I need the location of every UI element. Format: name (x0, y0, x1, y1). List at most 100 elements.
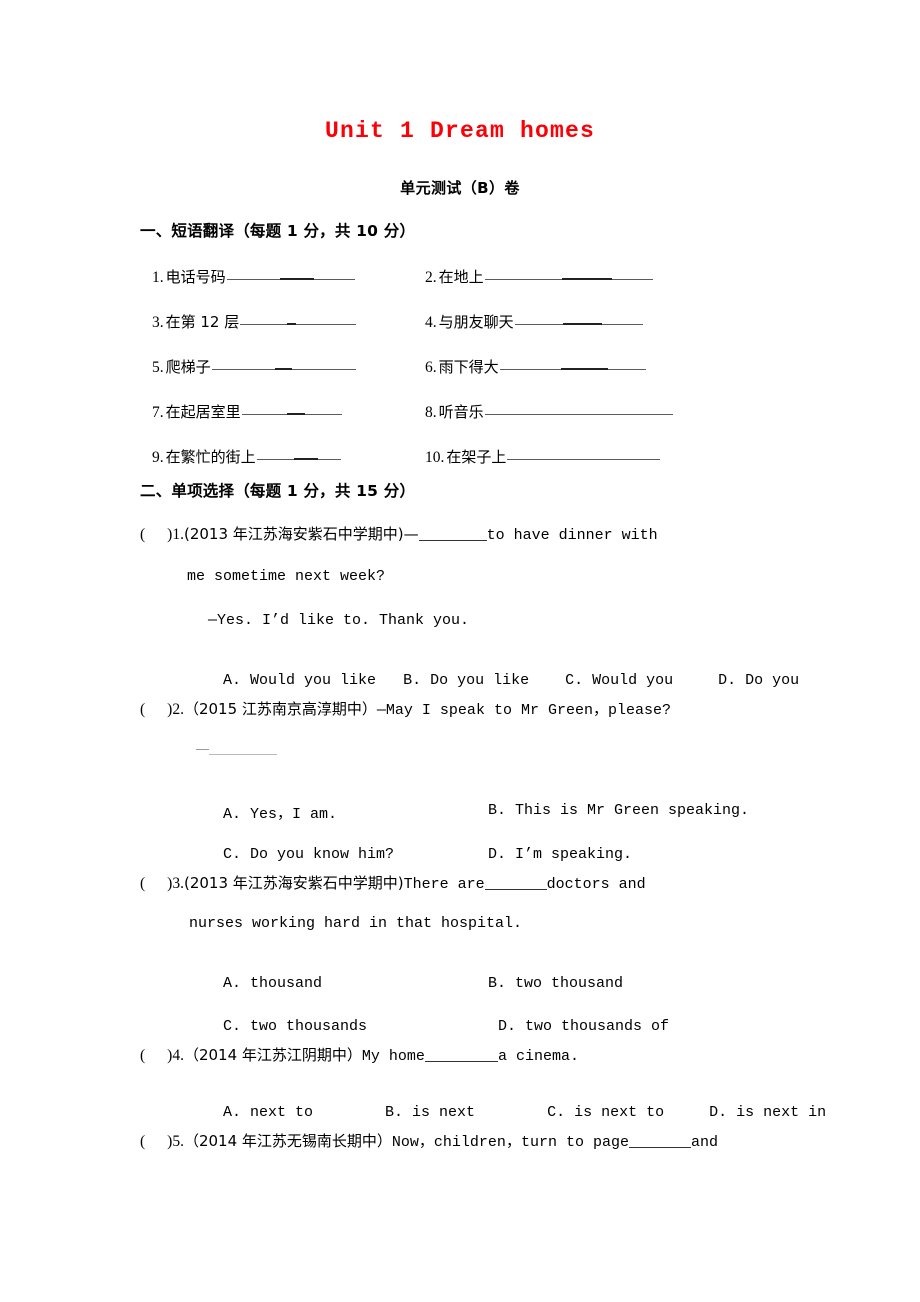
item-label: 在架子上 (446, 448, 507, 466)
em-dash: — (403, 525, 419, 543)
item-label: 与朋友聊天 (438, 313, 514, 331)
question-text: —May I speak to Mr Green，please? (376, 702, 671, 719)
question-stem-reply: —Yes. I’d like to. Thank you. (208, 612, 469, 629)
option-a[interactable]: A. next to (223, 1104, 313, 1121)
question-number: 4. (172, 1047, 184, 1064)
item-label: 爬梯子 (165, 358, 211, 376)
question-stem: ()3.(2013 年江苏海安紫石中学期中)There are doctors a… (140, 872, 646, 893)
question-number: 5. (172, 1133, 184, 1150)
item-label: 在繁忙的街上 (165, 448, 256, 466)
answer-blank[interactable] (499, 368, 646, 370)
answer-blank[interactable] (418, 527, 487, 541)
question-source: （2014 年江苏无锡南长期中） (183, 1132, 392, 1150)
option-a[interactable]: A. Would you like (223, 672, 376, 689)
answer-blank[interactable] (240, 323, 357, 325)
question-stem-cont: me sometime next week? (187, 568, 385, 585)
option-c[interactable]: C. two thousands (223, 1018, 367, 1035)
question-text-line2: nurses working hard in that hospital. (189, 915, 523, 932)
answer-blank[interactable] (241, 413, 342, 415)
question-number: 2. (172, 701, 184, 718)
question-source: (2013 年江苏海安紫石中学期中) (183, 525, 404, 543)
answer-bracket-open[interactable]: ( (140, 1047, 145, 1064)
question-text: My home (361, 1048, 425, 1065)
question-text: Now，children，turn to page (391, 1134, 629, 1151)
item-number: 5. (152, 359, 164, 376)
question-number: 1. (172, 526, 184, 543)
option-a[interactable]: A. thousand (223, 975, 322, 992)
option-b[interactable]: B. This is Mr Green speaking. (488, 802, 749, 819)
answer-blank[interactable] (424, 1048, 498, 1062)
item-number: 7. (152, 404, 164, 421)
answer-blank[interactable] (628, 1134, 691, 1148)
item-label: 电话号码 (165, 268, 226, 286)
answer-blank[interactable] (211, 368, 356, 370)
question-stem-cont: nurses working hard in that hospital. (189, 915, 522, 932)
answer-blank[interactable] (256, 457, 341, 460)
translation-item: 9. 在繁忙的街上 (152, 446, 341, 467)
item-label: 在第 12 层 (165, 313, 240, 331)
item-number: 6. (425, 359, 437, 376)
question-text: There are (403, 876, 485, 893)
item-number: 9. (152, 449, 164, 466)
answer-blank[interactable] (507, 459, 661, 460)
option-c[interactable]: C. Would you (565, 672, 673, 689)
item-number: 4. (425, 314, 437, 331)
option-a[interactable]: A. Yes，I am. (223, 806, 337, 823)
translation-item: 6. 雨下得大 (425, 356, 646, 377)
question-text-tail: a cinema. (497, 1048, 579, 1065)
question-number: 3. (172, 875, 184, 892)
question-stem: ()1.(2013 年江苏海安紫石中学期中)— to have dinner wi… (140, 523, 658, 544)
section-2-heading: 二、单项选择（每题 1 分，共 15 分） (140, 482, 416, 500)
item-number: 10. (425, 449, 445, 466)
question-source: （2015 江苏南京高淳期中） (183, 700, 377, 718)
translation-item: 1. 电话号码 (152, 266, 355, 287)
question-text-tail: and (690, 1134, 718, 1151)
answer-blank[interactable] (514, 323, 643, 325)
translation-item: 7. 在起居室里 (152, 401, 342, 422)
item-label: 在地上 (438, 268, 484, 286)
option-c[interactable]: C. Do you know him? (223, 846, 394, 863)
option-b[interactable]: B. is next (385, 1104, 475, 1121)
item-number: 8. (425, 404, 437, 421)
option-c[interactable]: C. is next to (547, 1104, 664, 1121)
item-label: 听音乐 (438, 403, 484, 421)
page-title: Unit 1 Dream homes (324, 118, 596, 144)
question-text-line2: me sometime next week? (187, 568, 386, 585)
item-label: 在起居室里 (165, 403, 241, 421)
translation-item: 5. 爬梯子 (152, 356, 356, 377)
question-stem: ()2.（2015 江苏南京高淳期中）—May I speak to Mr Gr… (140, 698, 671, 719)
question-stem: ()5.（2014 年江苏无锡南长期中）Now，children，turn to… (140, 1130, 718, 1151)
answer-blank[interactable] (484, 414, 673, 415)
answer-blank[interactable] (484, 876, 547, 890)
page-subtitle: 单元测试（B）卷 (400, 179, 520, 197)
translation-item: 4. 与朋友聊天 (425, 311, 643, 332)
translation-item: 3. 在第 12 层 (152, 311, 357, 332)
em-dash-faint (196, 741, 209, 750)
option-b[interactable]: B. Do you like (403, 672, 529, 689)
answer-bracket-open[interactable]: ( (140, 526, 145, 543)
question-text: to have dinner with (486, 527, 658, 544)
question-source: (2013 年江苏海安紫石中学期中) (183, 874, 404, 892)
answer-blank[interactable] (484, 278, 653, 280)
answer-blank[interactable] (226, 278, 355, 280)
option-d[interactable]: D. Do you (718, 672, 799, 689)
question-text-line3: —Yes. I’d like to. Thank you. (208, 612, 470, 629)
option-d[interactable]: D. two thousands of (498, 1018, 669, 1035)
question-source: （2014 年江苏江阴期中） (183, 1046, 362, 1064)
answer-blank[interactable] (209, 744, 277, 755)
question-stem: ()4.（2014 年江苏江阴期中）My home a cinema. (140, 1044, 579, 1065)
document-page: Unit 1 Dream homes 单元测试（B）卷 一、短语翻译（每题 1 … (0, 0, 920, 1302)
section-1-heading: 一、短语翻译（每题 1 分，共 10 分） (140, 222, 416, 240)
answer-bracket-open[interactable]: ( (140, 1133, 145, 1150)
answer-bracket-open[interactable]: ( (140, 875, 145, 892)
answer-bracket-open[interactable]: ( (140, 701, 145, 718)
item-number: 3. (152, 314, 164, 331)
item-number: 2. (425, 269, 437, 286)
option-d[interactable]: D. is next in (709, 1104, 826, 1121)
translation-item: 2. 在地上 (425, 266, 653, 287)
option-d[interactable]: D. I’m speaking. (488, 846, 632, 863)
translation-item: 10. 在架子上 (425, 446, 661, 467)
option-b[interactable]: B. two thousand (488, 975, 623, 992)
item-label: 雨下得大 (438, 358, 499, 376)
translation-item: 8. 听音乐 (425, 401, 673, 422)
